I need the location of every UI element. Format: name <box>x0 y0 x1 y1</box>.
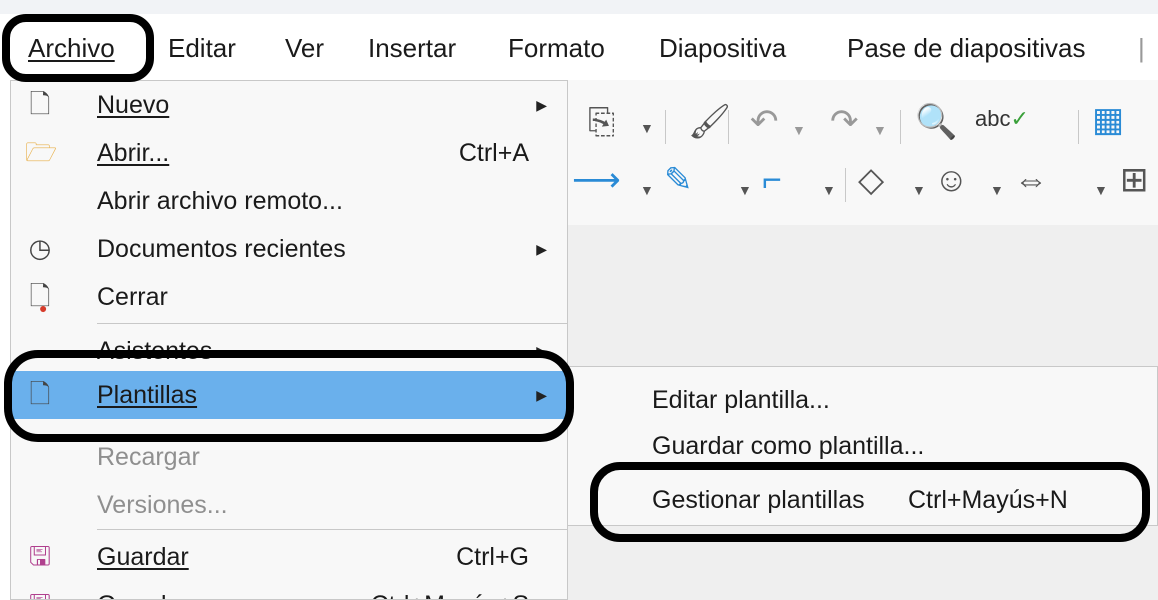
menu-item-label: Abrir... <box>97 139 170 167</box>
menu-item-label: Documentos recientes <box>97 235 346 263</box>
shortcut-label: Ctrl+Mayús+S <box>371 590 529 599</box>
submenu-arrow-icon: ▶ <box>536 97 547 113</box>
toolbar-separator <box>1078 110 1079 144</box>
diamond-shape-icon[interactable]: ◇ <box>858 160 884 200</box>
menu-item-label: Cerrar <box>97 283 168 311</box>
menu-item-abrir-archivo-remoto[interactable]: Abrir archivo remoto... <box>11 177 567 225</box>
smiley-dropdown-icon[interactable]: ▼ <box>990 170 1004 210</box>
menu-item-label: Recargar <box>97 443 200 471</box>
diamond-dropdown-icon[interactable]: ▼ <box>912 170 926 210</box>
menu-item-cerrar[interactable]: 🗋 ● Cerrar <box>11 273 567 321</box>
annotation-outline-archivo <box>2 14 154 82</box>
layout-icon[interactable]: ⊞ <box>1120 160 1149 200</box>
menu-editar[interactable]: Editar <box>168 33 236 63</box>
menu-ver[interactable]: Ver <box>285 33 324 63</box>
annotation-outline-gestionar-plantillas <box>590 462 1150 542</box>
menu-item-nuevo[interactable]: 🗋 Nuevo ▶ <box>11 81 567 129</box>
submenu-item-label: Guardar como plantilla... <box>652 432 925 460</box>
line-arrow-dropdown-icon[interactable]: ▼ <box>640 170 654 210</box>
menu-divider <box>97 529 567 530</box>
title-strip <box>0 0 1158 14</box>
double-arrow-icon[interactable]: ⇔ <box>1014 160 1048 200</box>
connector-dropdown-icon[interactable]: ▼ <box>822 170 836 210</box>
menu-item-guardar[interactable]: 🖫 Guardar Ctrl+G <box>11 533 567 581</box>
smiley-shape-icon[interactable]: ☺ <box>934 160 969 200</box>
menu-item-guardar-como[interactable]: 🖫 Guardar como... Ctrl+Mayús+S <box>11 581 567 599</box>
line-arrow-icon[interactable]: ⟶ <box>572 160 621 200</box>
curve-icon[interactable]: ✎ <box>664 160 693 200</box>
menu-item-label: Guardar <box>97 543 189 571</box>
menu-item-label: Versiones... <box>97 491 228 519</box>
toolbar-separator <box>900 110 901 144</box>
save-as-icon: 🖫 <box>25 589 55 599</box>
menu-item-abrir[interactable]: 🗁 Abrir... Ctrl+A <box>11 129 567 177</box>
save-icon: 🖫 <box>28 541 52 571</box>
connector-icon[interactable]: ⌐ <box>762 160 782 200</box>
menu-overflow-marker: | <box>1138 33 1145 63</box>
clock-icon: ◷ <box>28 233 52 263</box>
standard-toolbar <box>568 80 1158 140</box>
submenu-arrow-icon: ▶ <box>536 241 547 257</box>
paste-icon[interactable]: ⎘ <box>588 102 615 142</box>
menu-divider <box>97 323 567 324</box>
double-arrow-dropdown-icon[interactable]: ▼ <box>1094 170 1108 210</box>
annotation-outline-plantillas <box>4 350 574 442</box>
close-document-icon: 🗋 ● <box>29 281 51 316</box>
menu-pase-de-diapositivas[interactable]: Pase de diapositivas <box>847 33 1085 63</box>
new-document-icon: 🗋 <box>29 89 51 119</box>
undo-dropdown-icon[interactable]: ▼ <box>792 110 806 150</box>
grid-icon[interactable]: ▦ <box>1092 100 1124 140</box>
toolbar-separator <box>728 110 729 144</box>
spellcheck-icon[interactable]: abc✓ <box>975 104 1029 134</box>
redo-dropdown-icon[interactable]: ▼ <box>873 110 887 150</box>
submenu-item-editar-plantilla[interactable]: Editar plantilla... <box>568 377 1157 423</box>
curve-dropdown-icon[interactable]: ▼ <box>738 170 752 210</box>
toolbar-separator <box>665 110 666 144</box>
menu-item-documentos-recientes[interactable]: ◷ Documentos recientes ▶ <box>11 225 567 273</box>
paste-dropdown-icon[interactable]: ▼ <box>640 108 654 148</box>
clone-formatting-icon[interactable]: 🖌 <box>688 102 731 142</box>
menu-formato[interactable]: Formato <box>508 33 605 63</box>
submenu-item-label: Editar plantilla... <box>652 386 830 414</box>
shortcut-label: Ctrl+A <box>458 139 529 167</box>
menu-item-versiones[interactable]: Versiones... <box>11 481 567 529</box>
undo-icon[interactable]: ↶ <box>750 102 779 142</box>
folder-open-icon: 🗁 <box>25 137 58 167</box>
menu-item-label: Nuevo <box>97 91 170 119</box>
menu-insertar[interactable]: Insertar <box>368 33 456 63</box>
redo-icon[interactable]: ↷ <box>830 102 859 142</box>
menu-item-label: Guardar como... <box>97 590 278 599</box>
shortcut-label: Ctrl+G <box>456 543 529 571</box>
find-replace-icon[interactable]: 🔍 <box>915 102 957 142</box>
menu-diapositiva[interactable]: Diapositiva <box>659 33 786 63</box>
file-menu: 🗋 Nuevo ▶ 🗁 Abrir... Ctrl+A Abrir archiv… <box>10 80 568 600</box>
toolbar-separator <box>845 168 846 202</box>
menu-item-label: Abrir archivo remoto... <box>97 187 343 215</box>
